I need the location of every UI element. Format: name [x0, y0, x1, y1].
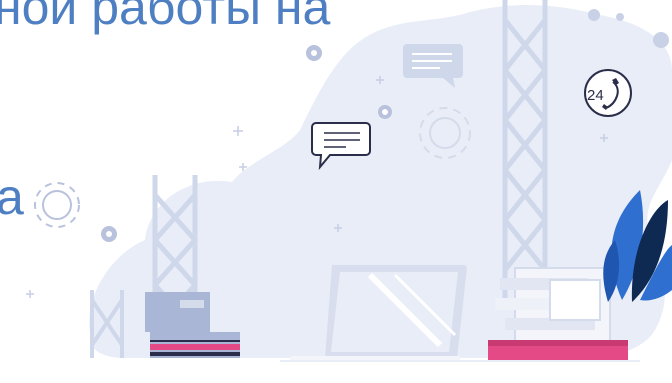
gear-icon: [34, 182, 80, 228]
phone-24-icon: 24: [584, 69, 632, 117]
heading-line-2: а: [0, 169, 24, 225]
phone-24-label: 24: [587, 87, 604, 104]
illustration-scene: 24: [26, 0, 672, 362]
heading-line-1: ной работы на: [0, 0, 331, 35]
